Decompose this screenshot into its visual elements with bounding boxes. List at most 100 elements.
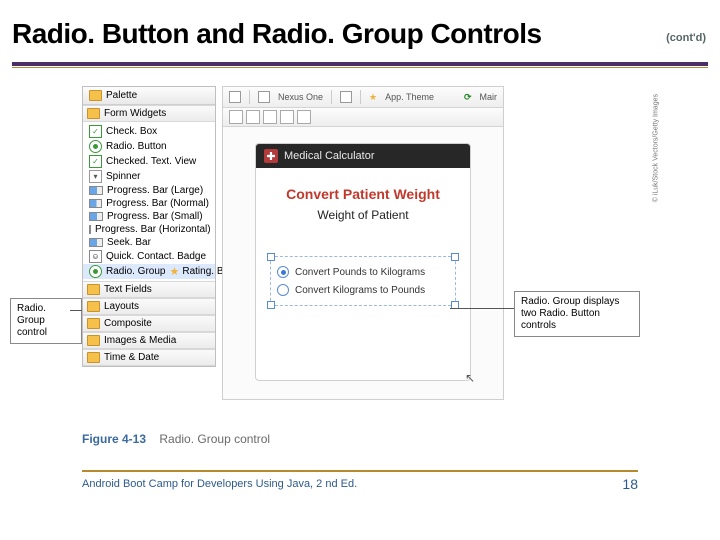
- radiogroup-icon: [89, 265, 102, 278]
- palette-item-radiogroup[interactable]: Radio. Group ★Rating. Bar: [83, 264, 215, 279]
- category-label: Form Widgets: [104, 108, 166, 119]
- device-config-bar[interactable]: Nexus One ★ App. Theme ⟳ Mair: [223, 87, 503, 108]
- checkedtv-icon: ✓: [89, 155, 102, 168]
- toolbar-button[interactable]: [297, 110, 311, 124]
- orient-icon[interactable]: [340, 91, 352, 103]
- phone-actionbar: ✚ Medical Calculator: [256, 144, 470, 168]
- category-layouts[interactable]: Layouts: [83, 298, 215, 315]
- palette-item-qcb[interactable]: ☺ Quick. Contact. Badge: [83, 249, 215, 264]
- layout-toolbar[interactable]: [223, 108, 503, 127]
- figure-caption-text: Radio. Group control: [159, 432, 270, 446]
- page-number: 18: [622, 476, 638, 492]
- category-label: Text Fields: [104, 284, 152, 295]
- palette-item-pb-small[interactable]: Progress. Bar (Small): [83, 210, 215, 223]
- app-title: Medical Calculator: [284, 150, 374, 162]
- category-label: Layouts: [104, 301, 139, 312]
- folder-icon: [87, 335, 100, 346]
- palette-item-checkbox[interactable]: ✓ Check. Box: [83, 124, 215, 139]
- star-icon: ★: [169, 265, 179, 278]
- callout-right-line: [450, 308, 514, 309]
- device-name: Nexus One: [278, 92, 323, 102]
- config-icon[interactable]: [229, 91, 241, 103]
- selection-handle[interactable]: [267, 301, 275, 309]
- item-label: Spinner: [106, 171, 140, 182]
- cursor-icon: ↖: [465, 371, 475, 385]
- figure-number: Figure 4-13: [82, 432, 146, 446]
- palette-header[interactable]: Palette: [83, 87, 215, 105]
- radiogroup-control[interactable]: Convert Pounds to Kilograms Convert Kilo…: [270, 256, 456, 306]
- footer-text: Android Boot Camp for Developers Using J…: [82, 478, 357, 490]
- radio-off-icon: [277, 284, 289, 296]
- category-label: Time & Date: [104, 352, 159, 363]
- category-composite[interactable]: Composite: [83, 315, 215, 332]
- figure-caption: Figure 4-13 Radio. Group control: [82, 432, 270, 446]
- selection-handle[interactable]: [267, 253, 275, 261]
- folder-icon: [87, 284, 100, 295]
- palette-item-pb-normal[interactable]: Progress. Bar (Normal): [83, 197, 215, 210]
- item-label: Progress. Bar (Normal): [106, 198, 209, 209]
- seekbar-icon: [89, 238, 103, 247]
- refresh-icon[interactable]: ⟳: [464, 92, 472, 103]
- slide-title: Radio. Button and Radio. Group Controls: [12, 18, 542, 50]
- item-label: Progress. Bar (Horizontal): [95, 224, 211, 235]
- star-icon: ★: [369, 92, 377, 103]
- category-form-widgets[interactable]: Form Widgets: [83, 105, 215, 122]
- progress-icon: [89, 186, 103, 195]
- folder-icon: [87, 301, 100, 312]
- phone-preview: ✚ Medical Calculator Convert Patient Wei…: [255, 143, 471, 381]
- spinner-icon: ▾: [89, 170, 102, 183]
- palette-item-pb-horiz[interactable]: Progress. Bar (Horizontal): [83, 223, 215, 236]
- item-label: Progress. Bar (Small): [107, 211, 203, 222]
- folder-icon: [89, 90, 102, 101]
- folder-icon: [87, 352, 100, 363]
- item-label: Radio. Button: [106, 141, 167, 152]
- radiobutton-kg-to-lbs[interactable]: Convert Kilograms to Pounds: [277, 281, 449, 299]
- item-label: Quick. Contact. Badge: [106, 251, 206, 262]
- app-icon: ✚: [264, 149, 278, 163]
- category-images[interactable]: Images & Media: [83, 332, 215, 349]
- rule-secondary: [12, 67, 708, 68]
- progress-icon: [89, 225, 91, 234]
- item-label: Progress. Bar (Large): [107, 185, 203, 196]
- palette-item-checkedtv[interactable]: ✓ Checked. Text. View: [83, 154, 215, 169]
- selection-handle[interactable]: [451, 253, 459, 261]
- item-label: Checked. Text. View: [106, 156, 196, 167]
- folder-icon: [87, 108, 100, 119]
- theme-name: App. Theme: [385, 92, 434, 102]
- designer-canvas: Nexus One ★ App. Theme ⟳ Mair ✚ Medical …: [222, 86, 504, 400]
- progress-icon: [89, 199, 102, 208]
- callout-left: Radio. Group control: [10, 298, 82, 344]
- toolbar-button[interactable]: [280, 110, 294, 124]
- toolbar-button[interactable]: [229, 110, 243, 124]
- radio-on-icon: [277, 266, 289, 278]
- category-time[interactable]: Time & Date: [83, 349, 215, 366]
- mair-label: Mair: [480, 92, 498, 102]
- radiobutton-lbs-to-kg[interactable]: Convert Pounds to Kilograms: [277, 263, 449, 281]
- palette-item-seekbar[interactable]: Seek. Bar: [83, 236, 215, 249]
- category-label: Images & Media: [104, 335, 176, 346]
- rule-primary: [12, 62, 708, 66]
- palette-panel: Palette Form Widgets ✓ Check. Box Radio. …: [82, 86, 216, 367]
- toolbar-button[interactable]: [263, 110, 277, 124]
- contd-label: (cont'd): [666, 32, 706, 44]
- palette-item-radiobutton[interactable]: Radio. Button: [83, 139, 215, 154]
- radio-icon: [89, 140, 102, 153]
- category-textfields[interactable]: Text Fields: [83, 281, 215, 298]
- item-label: Seek. Bar: [107, 237, 151, 248]
- palette-items: ✓ Check. Box Radio. Button ✓ Checked. Text…: [83, 122, 215, 281]
- callout-right: Radio. Group displays two Radio. Button …: [514, 291, 640, 337]
- badge-icon: ☺: [89, 250, 102, 263]
- item-label: Check. Box: [106, 126, 157, 137]
- checkbox-icon: ✓: [89, 125, 102, 138]
- folder-icon: [87, 318, 100, 329]
- palette-item-spinner[interactable]: ▾ Spinner: [83, 169, 215, 184]
- category-label: Composite: [104, 318, 152, 329]
- item-label: Radio. Group: [106, 266, 165, 277]
- radiobutton-label: Convert Kilograms to Pounds: [295, 285, 425, 296]
- radiobutton-label: Convert Pounds to Kilograms: [295, 267, 425, 278]
- progress-icon: [89, 212, 103, 221]
- device-icon[interactable]: [258, 91, 270, 103]
- figure-area: Radio. Group control Palette Form Widget…: [82, 86, 638, 426]
- toolbar-button[interactable]: [246, 110, 260, 124]
- palette-item-pb-large[interactable]: Progress. Bar (Large): [83, 184, 215, 197]
